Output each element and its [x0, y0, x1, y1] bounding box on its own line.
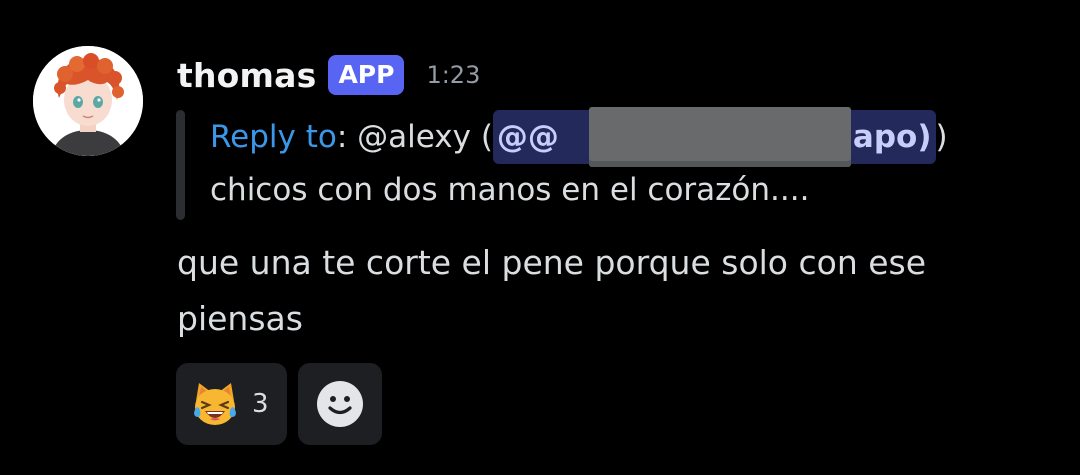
mention-start: @@ [496, 119, 559, 155]
redaction-box [588, 107, 851, 167]
joy-cat-icon [194, 383, 236, 425]
add-reaction-button[interactable] [297, 363, 382, 445]
mention[interactable]: @@ apo) [492, 107, 936, 167]
chat-message: thomas APP 1:23 Reply to: @alexy (@@ apo)… [0, 0, 1080, 475]
reactions-bar: 3 [176, 363, 382, 445]
message-header: thomas APP 1:23 [177, 53, 480, 97]
mention-end: apo) [852, 119, 932, 155]
timestamp[interactable]: 1:23 [426, 61, 480, 89]
reply-reference: Reply to: @alexy (@@ apo)) [210, 107, 948, 167]
add-reaction-smile-icon [316, 381, 363, 427]
avatar[interactable] [33, 46, 143, 156]
avatar-image [33, 46, 143, 156]
quote-bar [176, 110, 185, 220]
app-badge: APP [328, 55, 405, 95]
reaction-count: 3 [252, 389, 269, 419]
reply-closing: ) [935, 119, 948, 155]
reply-link[interactable]: Reply to [210, 119, 337, 155]
reaction-joy-cat[interactable]: 3 [176, 363, 287, 445]
quoted-text: chicos con dos manos en el corazón.... [210, 172, 810, 208]
username[interactable]: thomas [177, 56, 316, 95]
message-content: que una te corte el pene porque solo con… [177, 243, 927, 338]
reply-target: : @alexy ( [336, 119, 493, 155]
